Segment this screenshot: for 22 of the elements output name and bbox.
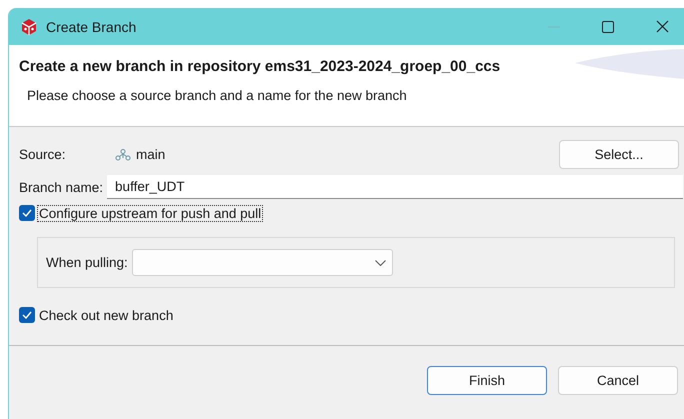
checkbox-label[interactable]: Check out new branch <box>38 308 174 322</box>
checkmark-icon <box>22 209 32 217</box>
checkbox[interactable] <box>19 307 35 323</box>
branch-name-field[interactable]: buffer_UDT <box>107 175 683 199</box>
dialog-button[interactable]: Cancel <box>558 366 678 395</box>
cube-icon <box>20 18 38 36</box>
select-button[interactable]: Select... <box>559 140 679 169</box>
dialog-heading: Create a new branch in repository ems31_2023-2024_groep_00_ccs <box>19 57 500 75</box>
maximize-icon[interactable] <box>602 20 614 32</box>
close-icon[interactable] <box>656 20 668 33</box>
window-title: Create Branch <box>46 18 138 34</box>
dialog-button[interactable]: Finish <box>427 366 547 395</box>
branch-icon <box>115 148 131 160</box>
source-label: Source: <box>19 147 67 162</box>
source-branch: main <box>136 147 166 162</box>
branch-name-label: Branch name: <box>19 180 104 194</box>
when-pulling-label: When pulling: <box>46 255 128 270</box>
checkmark-icon <box>22 311 32 319</box>
checkbox-label[interactable]: Configure upstream for push and pull <box>38 206 262 220</box>
checkbox[interactable] <box>19 205 35 221</box>
chevron-down-icon <box>374 260 386 266</box>
dialog-message: Please choose a source branch and a name for the new branch <box>27 88 407 103</box>
